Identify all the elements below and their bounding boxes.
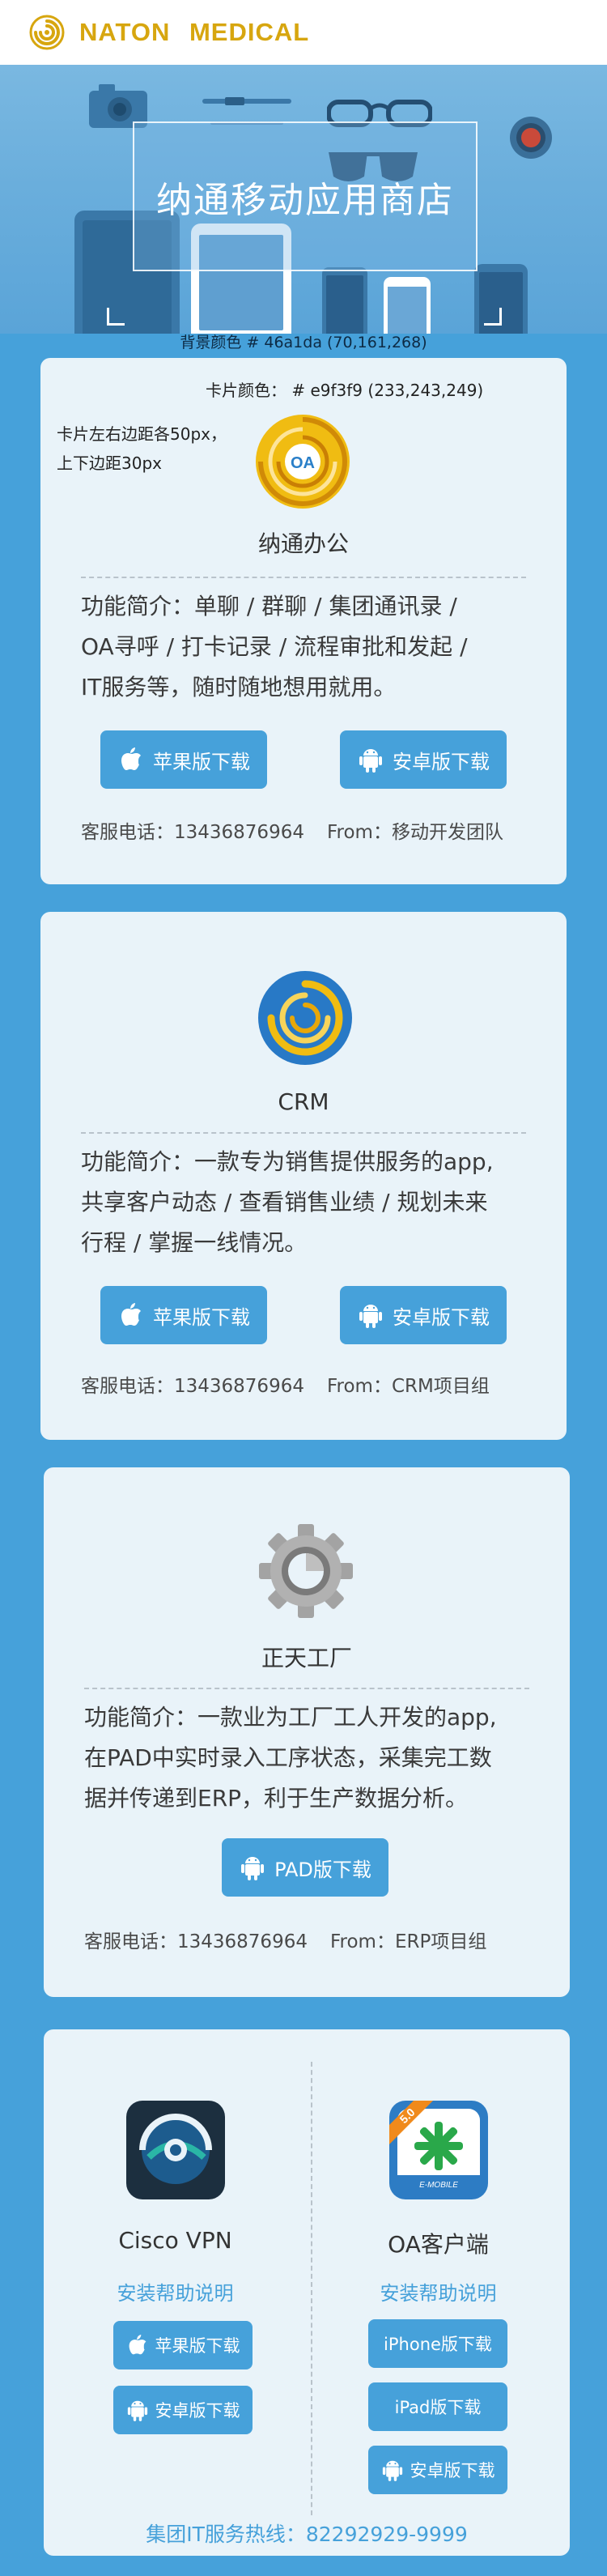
description-line: 共享客户动态 / 查看销售业绩 / 规划未来 xyxy=(81,1189,488,1216)
app-title: CRM xyxy=(278,1088,329,1115)
button-label: 苹果版下载 xyxy=(155,2336,240,2356)
android-icon xyxy=(357,746,384,773)
description-line: IT服务等，随时随地想用就用。 xyxy=(81,674,397,700)
card-margin-note: 上下边距30px xyxy=(57,453,162,473)
ios-download-button[interactable]: 苹果版下载 xyxy=(113,2321,253,2369)
dashed-divider xyxy=(84,1688,529,1689)
background-color-note: 背景颜色 # 46a1da (70,161,268) xyxy=(180,334,427,351)
coffee-cup-icon xyxy=(510,117,552,159)
app-meta: 客服电话：13436876964 From：移动开发团队 xyxy=(81,816,503,844)
brand-name: NATON MEDICAL xyxy=(79,18,310,46)
naton-oa-logo-icon: OA xyxy=(256,415,350,509)
app-meta: 客服电话：13436876964 From：ERP项目组 xyxy=(84,1926,486,1953)
description-line: 功能简介：一款专为销售提供服务的app, xyxy=(81,1148,494,1175)
banner-title: 纳通移动应用商店 xyxy=(156,179,454,221)
button-label: iPhone版下载 xyxy=(384,2335,492,2354)
phone-icon xyxy=(322,267,367,334)
oa-client-column: 5.0 E-MOBILE OA客户端 安装帮助说明 iPhone版下载 iPad… xyxy=(307,2029,570,2556)
swirl-logo-icon xyxy=(29,15,65,50)
app-card-zhengtian-factory: 正天工厂 功能简介：一款业为工厂工人开发的app, 在PAD中实时录入工序状态，… xyxy=(44,1467,570,1997)
description-line: 在PAD中实时录入工序状态，采集完工数 xyxy=(84,1744,492,1771)
card-color-note: 卡片颜色： # e9f3f9 (233,243,249) xyxy=(206,381,484,400)
ios-download-button[interactable]: 苹果版下载 xyxy=(100,730,267,789)
description-line: 功能简介：一款业为工厂工人开发的app, xyxy=(84,1704,497,1731)
apple-icon xyxy=(117,1301,145,1329)
frame-corner xyxy=(484,308,502,326)
service-phone: 客服电话：13436876964 xyxy=(84,1931,308,1952)
dashed-divider xyxy=(81,1132,526,1134)
app-title: 纳通办公 xyxy=(257,530,349,557)
android-icon xyxy=(357,1301,384,1329)
button-label: 安卓版下载 xyxy=(410,2461,495,2480)
app-meta: 客服电话：13436876964 From：CRM项目组 xyxy=(81,1370,490,1398)
android-download-button[interactable]: 安卓版下载 xyxy=(113,2386,253,2434)
it-service-hotline: 集团IT服务热线：82292929-9999 xyxy=(146,2523,468,2546)
button-label: 安卓版下载 xyxy=(155,2401,240,2421)
iphone-icon xyxy=(384,277,431,334)
button-label: 安卓版下载 xyxy=(393,1305,490,1329)
button-label: 安卓版下载 xyxy=(393,750,490,773)
svg-text:OA: OA xyxy=(291,454,315,472)
android-download-button[interactable]: 安卓版下载 xyxy=(368,2446,507,2494)
svg-text:E-MOBILE: E-MOBILE xyxy=(419,2181,458,2190)
app-description: 功能简介：一款专为销售提供服务的app, 共享客户动态 / 查看销售业绩 / 规… xyxy=(81,1142,534,1263)
android-icon xyxy=(126,2399,149,2421)
android-download-button[interactable]: 安卓版下载 xyxy=(340,730,507,789)
cisco-vpn-icon xyxy=(126,2101,225,2199)
cisco-vpn-column: Cisco VPN 安装帮助说明 苹果版下载 安卓版下载 xyxy=(44,2029,307,2556)
button-label: 苹果版下载 xyxy=(153,750,250,773)
apple-icon xyxy=(117,746,145,773)
card-margin-note: 卡片左右边距各50px， xyxy=(57,424,227,444)
app-card-crm: CRM 功能简介：一款专为销售提供服务的app, 共享客户动态 / 查看销售业绩… xyxy=(40,912,567,1440)
button-label: iPad版下载 xyxy=(394,2398,482,2417)
app-title: 正天工厂 xyxy=(261,1645,352,1671)
pad-download-button[interactable]: PAD版下载 xyxy=(222,1838,388,1897)
app-card-tools: Cisco VPN 安装帮助说明 苹果版下载 安卓版下载 5.0 E-MOBIL… xyxy=(44,2029,570,2556)
description-line: OA寻呼 / 打卡记录 / 流程审批和发起 / xyxy=(81,633,468,660)
from-team: From：CRM项目组 xyxy=(326,1376,490,1397)
dashed-divider xyxy=(81,577,526,578)
button-label: 苹果版下载 xyxy=(153,1305,250,1329)
oa-client-icon: 5.0 E-MOBILE xyxy=(389,2101,488,2199)
ios-download-button[interactable]: 苹果版下载 xyxy=(100,1286,267,1344)
app-description: 功能简介：一款业为工厂工人开发的app, 在PAD中实时录入工序状态，采集完工数… xyxy=(84,1697,537,1819)
iphone-download-button[interactable]: iPhone版下载 xyxy=(368,2319,507,2368)
banner: 纳通移动应用商店 xyxy=(0,65,607,334)
from-team: From：移动开发团队 xyxy=(326,822,503,843)
install-help-link[interactable]: 安装帮助说明 xyxy=(307,2277,570,2306)
frame-corner xyxy=(107,308,125,326)
crm-logo-icon xyxy=(258,971,352,1065)
pen-icon xyxy=(202,97,291,105)
android-download-button[interactable]: 安卓版下载 xyxy=(340,1286,507,1344)
ipad-download-button[interactable]: iPad版下载 xyxy=(368,2382,507,2431)
description-line: 功能简介：单聊 / 群聊 / 集团通讯录 / xyxy=(81,593,457,620)
app-card-naton-oa: 卡片颜色： # e9f3f9 (233,243,249) 卡片左右边距各50px… xyxy=(40,358,567,884)
install-help-link[interactable]: 安装帮助说明 xyxy=(44,2277,307,2306)
description-line: 据并传递到ERP，利于生产数据分析。 xyxy=(84,1785,469,1812)
banner-title-box: 纳通移动应用商店 xyxy=(133,121,478,271)
from-team: From：ERP项目组 xyxy=(329,1931,487,1952)
service-phone: 客服电话：13436876964 xyxy=(81,822,304,843)
description-line: 行程 / 掌握一线情况。 xyxy=(81,1229,308,1256)
header: NATON MEDICAL xyxy=(0,0,607,65)
app-name: Cisco VPN xyxy=(118,2227,232,2254)
android-icon xyxy=(381,2459,404,2481)
service-phone: 客服电话：13436876964 xyxy=(81,1376,304,1397)
apple-icon xyxy=(126,2334,149,2357)
android-icon xyxy=(239,1854,266,1881)
button-label: PAD版下载 xyxy=(274,1858,371,1881)
app-name: OA客户端 xyxy=(388,2231,489,2258)
app-description: 功能简介：单聊 / 群聊 / 集团通讯录 / OA寻呼 / 打卡记录 / 流程审… xyxy=(81,586,534,708)
gear-icon xyxy=(259,1524,353,1618)
page: NATON MEDICAL 纳通移动应用商店 背景颜色 # 46a1da (70… xyxy=(0,0,607,2576)
